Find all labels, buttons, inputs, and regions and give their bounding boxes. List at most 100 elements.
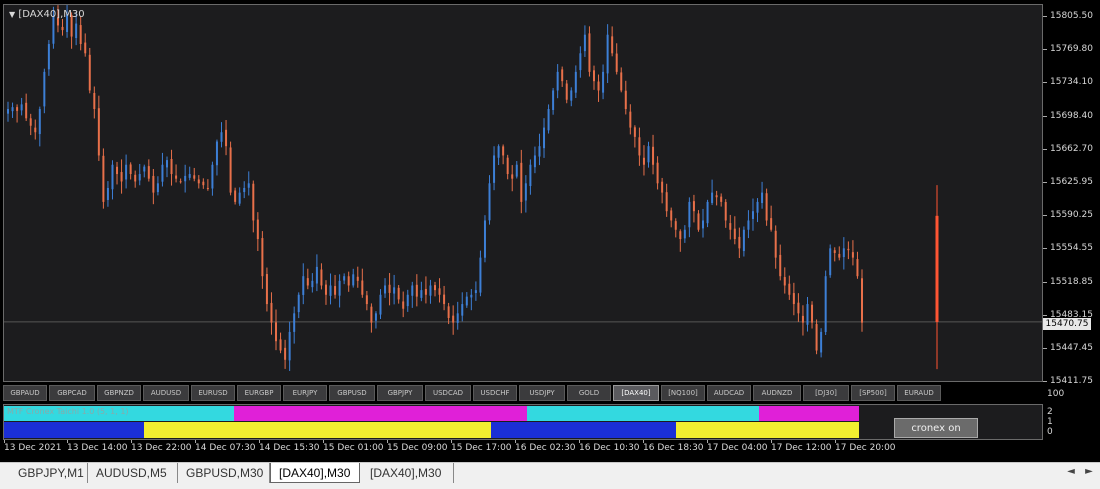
candle-body <box>711 192 714 204</box>
candle <box>38 106 41 147</box>
candle <box>611 26 614 57</box>
candle <box>16 104 19 123</box>
symbol-button-gbpaud[interactable]: GBPAUD <box>3 385 47 401</box>
candle-body <box>175 175 178 179</box>
symbol-button-usdcad[interactable]: USDCAD <box>425 385 471 401</box>
candle <box>125 154 128 189</box>
candle <box>347 271 350 292</box>
symbol-button-eurusd[interactable]: EURUSD <box>191 385 235 401</box>
candle <box>424 276 427 304</box>
candle <box>561 66 564 87</box>
candle-body <box>147 166 150 179</box>
candle <box>511 165 514 192</box>
symbol-bar: GBPAUD GBPCAD GBPNZD AUDUSD EURUSD EURGBP EURJ… <box>3 385 1043 403</box>
tab-gbpjpy-m1[interactable]: GBPJPY,M1 <box>10 463 88 483</box>
time-tick: 17 Dec 20:00 <box>835 440 896 453</box>
candle-body <box>165 160 168 168</box>
candle-body <box>533 155 536 168</box>
symbol-button-gbpnzd[interactable]: GBPNZD <box>97 385 141 401</box>
candle-body <box>288 331 291 361</box>
candle <box>765 188 768 226</box>
candle <box>415 274 418 307</box>
candle-body <box>715 195 718 198</box>
candle-body <box>633 127 636 137</box>
candle-body <box>361 280 364 295</box>
candle-body <box>447 306 450 318</box>
candle-body <box>234 190 237 202</box>
symbol-button-usdjpy[interactable]: USDJPY <box>519 385 565 401</box>
candle-body <box>29 118 32 126</box>
candle-body <box>20 104 23 111</box>
candle <box>43 68 46 114</box>
candle <box>120 159 123 194</box>
candle <box>434 281 436 297</box>
symbol-button-sp500[interactable]: [SP500] <box>851 385 895 401</box>
candle <box>338 274 341 308</box>
candle <box>197 175 200 189</box>
candle-body <box>820 331 823 353</box>
tab-dax40-m30-active[interactable]: [DAX40],M30 <box>270 463 360 483</box>
tab-audusd-m5[interactable]: AUDUSD,M5 <box>88 463 178 483</box>
candle-body <box>261 238 264 277</box>
scroll-left-icon[interactable]: ◄ <box>1064 465 1078 479</box>
candle <box>388 273 391 306</box>
symbol-button-eurjpy[interactable]: EURJPY <box>283 385 327 401</box>
candle <box>552 87 555 115</box>
candle-body <box>570 90 573 101</box>
candle-body <box>429 285 432 296</box>
candle <box>815 319 818 355</box>
symbol-button-euraud[interactable]: EURAUD <box>897 385 941 401</box>
candle <box>502 144 505 165</box>
symbol-button-audcad[interactable]: AUDCAD <box>707 385 751 401</box>
triangle-down-icon[interactable]: ▼ <box>9 10 15 19</box>
candlestick-plot[interactable] <box>4 5 1043 382</box>
cronex-toggle-button[interactable]: cronex on <box>894 418 978 438</box>
tab-dax40-m30[interactable]: [DAX40],M30 <box>362 463 454 483</box>
candle-body <box>811 304 814 323</box>
candle-body <box>683 229 686 239</box>
symbol-button-dax40[interactable]: [DAX40] <box>613 385 659 401</box>
price-tick: 15590.25 <box>1043 210 1093 220</box>
scroll-right-icon[interactable]: ► <box>1082 465 1096 479</box>
candle <box>638 127 641 166</box>
candle-body <box>842 248 845 258</box>
price-chart[interactable]: ▼ [DAX40],M30 <box>3 4 1043 382</box>
candle <box>243 181 246 199</box>
candle <box>302 263 305 305</box>
candle <box>574 65 577 99</box>
candle <box>779 244 782 281</box>
candle <box>102 148 105 209</box>
candle-body <box>547 109 550 131</box>
tab-gbpusd-m30[interactable]: GBPUSD,M30 <box>178 463 270 483</box>
candle <box>225 119 228 156</box>
candle <box>184 164 187 193</box>
candle-body <box>474 290 477 294</box>
symbol-button-nq100[interactable]: [NQ100] <box>661 385 705 401</box>
candle-body <box>629 111 632 128</box>
candle <box>156 176 159 196</box>
symbol-button-audnzd[interactable]: AUDNZD <box>753 385 801 401</box>
indicator-panel[interactable]: MTF Cronex Taichi 1.0 (5, 1, 1) cronex o… <box>3 404 1043 440</box>
symbol-button-usdchf[interactable]: USDCHF <box>473 385 517 401</box>
candle <box>592 65 595 90</box>
candle-body <box>256 219 259 240</box>
candle <box>116 161 119 185</box>
candle-body <box>106 187 109 201</box>
candle <box>770 205 773 232</box>
symbol-button-gbpcad[interactable]: GBPCAD <box>49 385 95 401</box>
candle-body <box>11 107 14 112</box>
candle-body <box>847 248 850 251</box>
candle <box>25 93 28 122</box>
candle <box>856 251 859 279</box>
candle-body <box>792 293 795 305</box>
symbol-button-gbpusd[interactable]: GBPUSD <box>329 385 375 401</box>
symbol-button-eurgbp[interactable]: EURGBP <box>237 385 281 401</box>
symbol-button-gold[interactable]: GOLD <box>567 385 611 401</box>
symbol-button-dj30[interactable]: [DJ30] <box>803 385 849 401</box>
candle-body <box>143 166 146 172</box>
candle <box>806 296 809 332</box>
indicator-bands <box>4 406 859 438</box>
symbol-button-gbpjpy[interactable]: GBPJPY <box>377 385 423 401</box>
candle <box>461 292 464 322</box>
symbol-button-audusd[interactable]: AUDUSD <box>143 385 189 401</box>
